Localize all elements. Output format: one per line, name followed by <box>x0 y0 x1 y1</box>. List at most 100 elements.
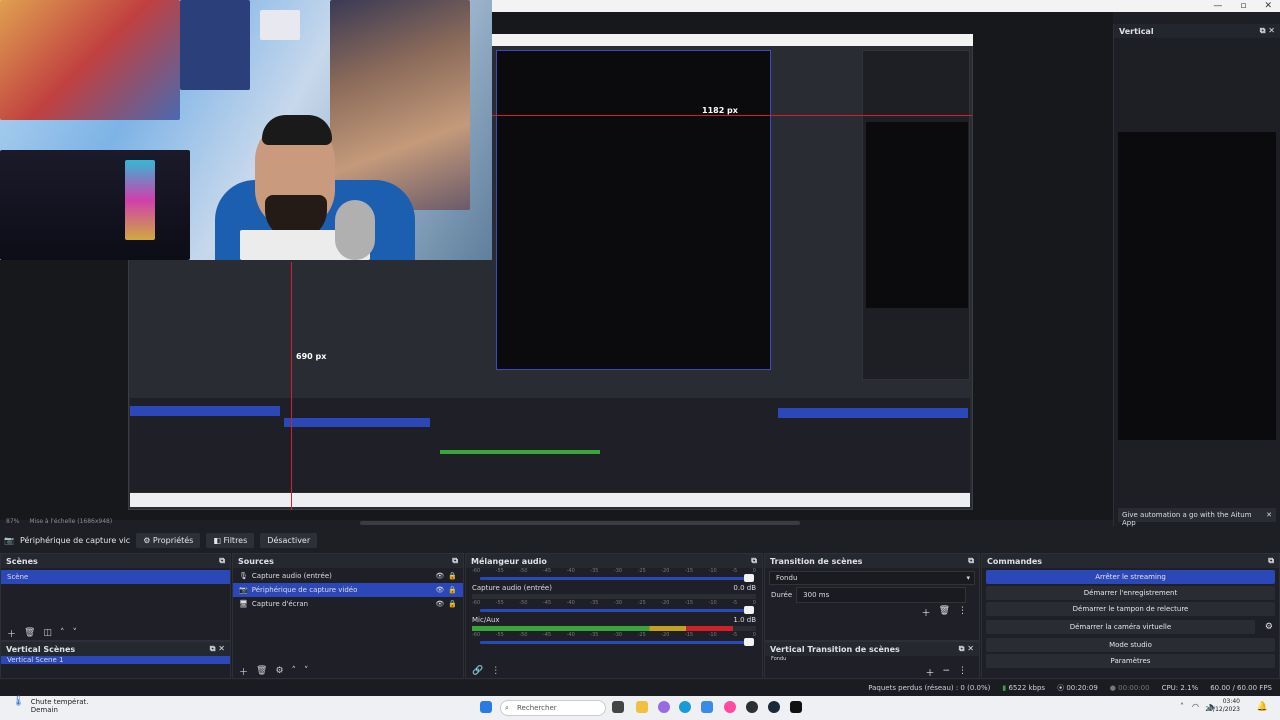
vertical-transition-select[interactable]: Fondu <box>765 656 979 662</box>
volume-knob[interactable] <box>744 574 754 582</box>
app-icon[interactable] <box>790 701 802 713</box>
dropped-frames: Paquets perdus (réseau) : 0 (0.0%) <box>868 684 991 692</box>
start-virtual-camera-button[interactable]: Démarrer la caméra virtuelle <box>986 620 1255 634</box>
meter-tick-label: 0 <box>752 632 756 638</box>
maximize-button[interactable]: ▫ <box>1240 0 1246 12</box>
add-icon[interactable]: ＋ <box>239 665 248 678</box>
chevron-down-icon[interactable]: ˅ <box>72 628 77 638</box>
gear-icon[interactable]: ⚙ <box>1259 622 1279 632</box>
level-meter <box>472 594 756 599</box>
obs-icon[interactable] <box>746 701 758 713</box>
add-icon[interactable]: ＋ <box>7 627 16 640</box>
volume-slider[interactable] <box>480 638 754 646</box>
stream-icon: ⦿ <box>1057 684 1065 692</box>
lock-icon[interactable]: 🔒 <box>448 583 463 597</box>
trash-icon[interactable]: 🗑 <box>256 666 267 676</box>
app-icon[interactable] <box>724 701 736 713</box>
more-icon[interactable]: ⋮ <box>958 666 967 679</box>
edge-icon[interactable] <box>679 701 691 713</box>
lock-icon[interactable]: 🔒 <box>448 569 463 583</box>
add-icon[interactable]: ＋ <box>922 606 931 619</box>
add-icon[interactable]: ＋ <box>925 666 934 679</box>
meter-tick-label: -10 <box>708 632 717 638</box>
more-icon[interactable]: ⋮ <box>958 606 967 619</box>
lock-icon[interactable]: 🔒 <box>448 597 463 611</box>
bitrate-value: 6522 kbps <box>1008 684 1046 692</box>
dock-float-icon[interactable]: ⧉ <box>968 556 974 566</box>
vertical-preview[interactable] <box>1118 132 1276 440</box>
taskbar-search[interactable]: ⌕ Rechercher <box>500 700 606 716</box>
duration-input[interactable]: 300 ms <box>796 587 967 603</box>
store-icon[interactable] <box>701 701 713 713</box>
scenes-footer: ＋ 🗑 ◫ ˄ ˅ <box>1 626 230 640</box>
vertical-scenes-title: Vertical Scènes <box>6 644 76 654</box>
dock-float-icon[interactable]: ⧉ <box>1268 556 1274 566</box>
eye-icon[interactable]: 👁 <box>435 597 444 611</box>
source-item[interactable]: 🖥 Capture d'écran 👁 🔒 <box>233 597 463 611</box>
properties-label: Propriétés <box>152 535 194 545</box>
minus-icon[interactable]: − <box>942 666 950 679</box>
stop-streaming-button[interactable]: Arrêter le streaming <box>986 570 1275 584</box>
filters-label: Filtres <box>223 535 248 545</box>
deactivate-button[interactable]: Désactiver <box>260 532 318 548</box>
weather-widget[interactable]: 🌡 Chute températ. Demain <box>12 697 89 715</box>
vertical-guide-line <box>291 262 292 510</box>
studio-mode-button[interactable]: Mode studio <box>986 638 1275 652</box>
eye-icon[interactable]: 👁 <box>435 583 444 597</box>
close-button[interactable]: ✕ <box>1264 0 1272 12</box>
close-icon[interactable]: ✕ <box>1266 511 1272 519</box>
source-item[interactable]: 🎙 Capture audio (entrée) 👁 🔒 <box>233 569 463 583</box>
volume-slider[interactable] <box>480 574 754 582</box>
chevron-up-icon[interactable]: ˄ <box>60 628 65 638</box>
zoom-level[interactable]: 87% <box>6 518 19 528</box>
transition-select[interactable]: Fondu ▾ <box>769 571 975 585</box>
wifi-icon[interactable]: ◠ <box>1192 702 1199 711</box>
notifications-icon[interactable]: 🔔 <box>1257 702 1268 712</box>
scene-item[interactable]: Scène <box>1 570 230 584</box>
fps: 60.00 / 60.00 FPS <box>1210 684 1272 692</box>
mixer-footer: 🔗 ⋮ <box>466 664 762 678</box>
settings-button[interactable]: Paramètres <box>986 654 1275 668</box>
dock-float-icon[interactable]: ⧉ ✕ <box>959 644 974 654</box>
scenes-header: Scènes ⧉ <box>1 554 230 568</box>
dock-float-icon[interactable]: ⧉ ✕ <box>210 644 225 654</box>
meter-tick-label: -45 <box>542 568 552 574</box>
link-icon[interactable]: 🔗 <box>472 666 483 676</box>
chevron-up-icon[interactable]: ˄ <box>292 666 297 676</box>
gear-icon[interactable]: ⚙ <box>275 666 283 676</box>
chevron-down-icon[interactable]: ˅ <box>304 666 309 676</box>
eye-icon[interactable]: 👁 <box>435 569 444 583</box>
vertical-scene-item[interactable]: Vertical Scene 1 <box>1 656 230 664</box>
dock-float-icon[interactable]: ⧉ <box>452 556 458 566</box>
meter-tick-label: -30 <box>613 568 623 574</box>
meter-tick-label: -25 <box>637 600 646 606</box>
aitum-notice: Give automation a go with the Aitum App … <box>1118 508 1276 527</box>
start-recording-button[interactable]: Démarrer l'enregistrement <box>986 586 1275 600</box>
trash-icon[interactable]: 🗑 <box>24 628 35 638</box>
meter-tick-label: 0 <box>752 600 756 606</box>
volume-knob[interactable] <box>744 606 754 614</box>
volume-knob[interactable] <box>744 638 754 646</box>
filter-icon[interactable]: ◫ <box>43 628 52 638</box>
copilot-icon[interactable] <box>658 701 670 713</box>
start-replay-buffer-button[interactable]: Démarrer le tampon de relecture <box>986 602 1275 616</box>
steam-icon[interactable] <box>768 701 780 713</box>
minimize-button[interactable]: — <box>1213 0 1222 12</box>
meter-tick-label: -55 <box>495 632 504 638</box>
stream-time-value: 00:20:09 <box>1066 684 1098 692</box>
taskbar-clock[interactable]: 03:40 29/12/2023 <box>1205 698 1240 714</box>
source-item[interactable]: 📷 Périphérique de capture vidéo 👁 🔒 <box>233 583 463 597</box>
trash-icon[interactable]: 🗑 <box>939 606 950 619</box>
dock-float-icon[interactable]: ⧉ <box>751 556 757 566</box>
task-view-icon[interactable] <box>612 701 624 713</box>
file-explorer-icon[interactable] <box>636 701 648 713</box>
chevron-up-icon[interactable]: ˄ <box>1180 702 1184 711</box>
properties-button[interactable]: ⚙ Propriétés <box>136 532 201 548</box>
dock-float-icon[interactable]: ⧉ ✕ <box>1260 26 1275 36</box>
preview-scrollbar[interactable] <box>360 521 800 525</box>
filters-button[interactable]: ◧ Filtres <box>206 532 255 548</box>
windows-start-icon[interactable] <box>480 701 492 713</box>
dock-float-icon[interactable]: ⧉ <box>219 556 225 566</box>
more-icon[interactable]: ⋮ <box>491 666 500 676</box>
volume-slider[interactable] <box>480 606 754 614</box>
